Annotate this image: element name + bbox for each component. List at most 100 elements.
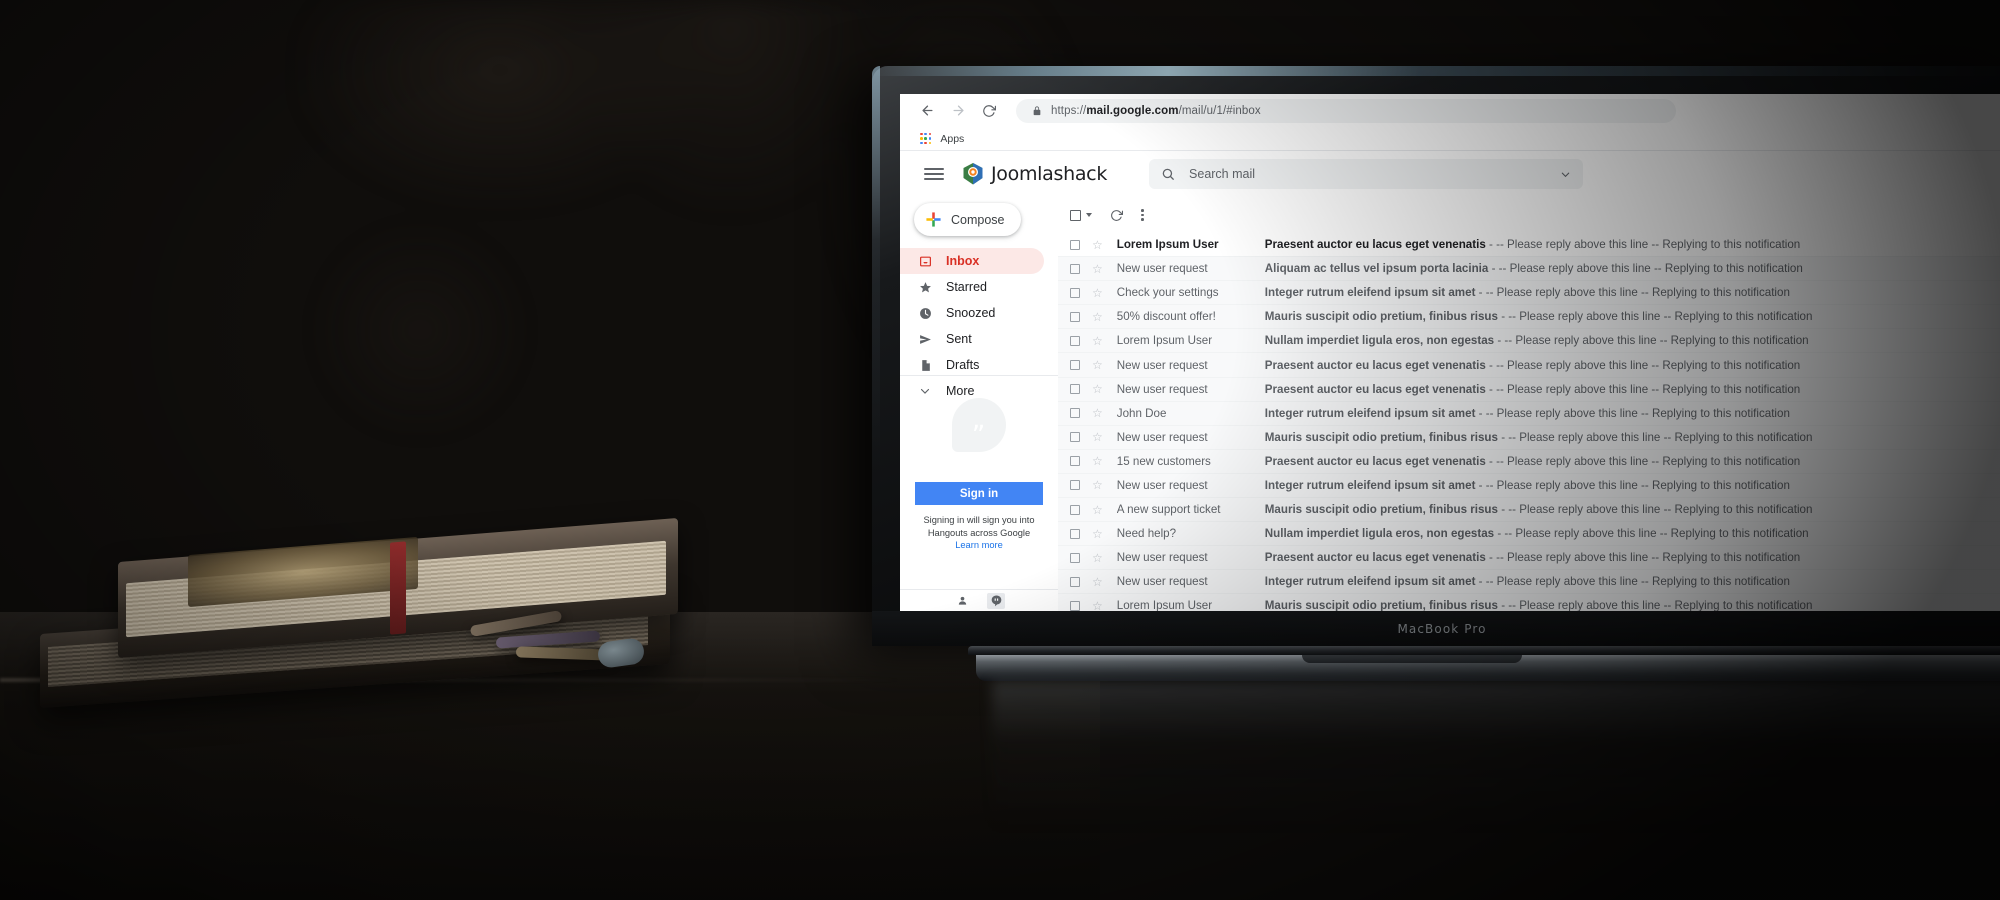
row-checkbox-icon[interactable] bbox=[1070, 504, 1080, 515]
sidebar-item-starred[interactable]: Starred bbox=[900, 274, 1044, 300]
mail-row[interactable]: ☆ New user request Praesent auctor eu lacu… bbox=[1058, 546, 2000, 571]
mail-sender: New user request bbox=[1116, 551, 1208, 565]
star-icon[interactable]: ☆ bbox=[1092, 383, 1103, 395]
mail-snippet: - -- Please reply above this line -- Rep… bbox=[1494, 334, 1809, 348]
row-checkbox-icon[interactable] bbox=[1070, 311, 1080, 322]
mail-row[interactable]: ☆ Lorem Ipsum User Mauris suscipit odio pr… bbox=[1058, 594, 2000, 611]
mail-row[interactable]: ☆ 50% discount offer! Mauris suscipit odio… bbox=[1058, 305, 2000, 330]
laptop-base-reflection bbox=[992, 681, 2000, 831]
mail-row[interactable]: ☆ New user request Praesent auctor eu lacu… bbox=[1058, 353, 2000, 378]
mail-snippet: - -- Please reply above this line -- Rep… bbox=[1497, 503, 1813, 517]
back-arrow-icon[interactable] bbox=[920, 103, 935, 118]
mail-list: ☆ Lorem Ipsum User Praesent auctor eu lacu… bbox=[1058, 197, 2000, 611]
select-all-control[interactable] bbox=[1070, 209, 1092, 221]
mail-row[interactable]: ☆ Need help? Nullam imperdiet ligula eros,… bbox=[1058, 522, 2000, 547]
mail-row[interactable]: ☆ Lorem Ipsum User Nullam imperdiet ligula… bbox=[1058, 329, 2000, 354]
row-checkbox-icon[interactable] bbox=[1070, 239, 1080, 250]
compose-button[interactable]: Compose bbox=[914, 203, 1021, 236]
mail-row[interactable]: ☆ New user request Integer rutrum eleifend… bbox=[1058, 473, 2000, 499]
contacts-person-icon[interactable] bbox=[953, 593, 971, 609]
checkbox-icon[interactable] bbox=[1070, 209, 1081, 221]
sidebar-item-sent[interactable]: Sent bbox=[900, 326, 1044, 352]
mail-sender: Need help? bbox=[1116, 527, 1177, 541]
reload-icon[interactable] bbox=[982, 104, 996, 118]
chrome-browser-window: https://mail.google.com/mail/u/1/#inbox … bbox=[900, 94, 2000, 611]
star-icon[interactable]: ☆ bbox=[1092, 359, 1103, 371]
mail-toolbar bbox=[1058, 197, 2000, 233]
star-icon[interactable]: ☆ bbox=[1092, 600, 1103, 611]
star-icon[interactable]: ☆ bbox=[1092, 455, 1103, 467]
mail-subject: Integer rutrum eleifend ipsum sit amet -… bbox=[1264, 478, 1790, 492]
mail-snippet: - -- Please reply above this line -- Rep… bbox=[1485, 238, 1801, 252]
star-icon[interactable]: ☆ bbox=[1092, 504, 1103, 516]
mail-subject: Integer rutrum eleifend ipsum sit amet -… bbox=[1264, 575, 1790, 589]
forward-arrow-icon[interactable] bbox=[951, 103, 966, 118]
hangouts-signin-note: Signing in will sign you into Hangouts a… bbox=[923, 515, 1035, 538]
row-checkbox-icon[interactable] bbox=[1070, 335, 1080, 346]
row-checkbox-icon[interactable] bbox=[1070, 432, 1080, 443]
row-checkbox-icon[interactable] bbox=[1070, 408, 1080, 419]
row-checkbox-icon[interactable] bbox=[1070, 263, 1080, 274]
mail-row[interactable]: ☆ Lorem Ipsum User Praesent auctor eu lacu… bbox=[1058, 233, 2000, 258]
mail-row[interactable]: ☆ A new support ticket Mauris suscipit odi… bbox=[1058, 498, 2000, 523]
laptop-bottom-bezel: MacBook Pro bbox=[872, 611, 2000, 646]
mail-snippet: - -- Please reply above this line -- Rep… bbox=[1497, 430, 1813, 444]
hangouts-signin-button[interactable]: Sign in bbox=[915, 482, 1043, 505]
hangouts-quote-icon: „ bbox=[952, 398, 1006, 452]
row-checkbox-icon[interactable] bbox=[1070, 552, 1080, 563]
pencil bbox=[495, 630, 601, 649]
desk-scene-photo: https://mail.google.com/mail/u/1/#inbox … bbox=[0, 0, 2000, 900]
star-icon[interactable]: ☆ bbox=[1092, 479, 1103, 491]
mail-row[interactable]: ☆ New user request Praesent auctor eu lacu… bbox=[1058, 377, 2000, 402]
row-checkbox-icon[interactable] bbox=[1070, 360, 1080, 371]
star-icon[interactable]: ☆ bbox=[1092, 287, 1103, 299]
mail-subject: Praesent auctor eu lacus eget venenatis … bbox=[1264, 358, 1801, 372]
address-bar[interactable]: https://mail.google.com/mail/u/1/#inbox bbox=[1016, 98, 1676, 123]
star-icon[interactable]: ☆ bbox=[1092, 263, 1103, 275]
mail-subject: Integer rutrum eleifend ipsum sit amet -… bbox=[1264, 406, 1790, 420]
star-icon[interactable]: ☆ bbox=[1092, 311, 1103, 323]
url-text: https://mail.google.com/mail/u/1/#inbox bbox=[1051, 104, 1261, 117]
row-checkbox-icon[interactable] bbox=[1070, 576, 1080, 587]
apps-grid-icon[interactable] bbox=[920, 132, 932, 145]
mail-subject: Praesent auctor eu lacus eget venenatis … bbox=[1264, 454, 1801, 468]
row-checkbox-icon[interactable] bbox=[1070, 456, 1080, 467]
chevron-down-icon[interactable] bbox=[1560, 169, 1571, 180]
row-checkbox-icon[interactable] bbox=[1070, 528, 1080, 539]
star-icon[interactable]: ☆ bbox=[1092, 407, 1103, 419]
mail-row[interactable]: ☆ John Doe Integer rutrum eleifend ipsum s… bbox=[1058, 401, 2000, 426]
mail-snippet: - -- Please reply above this line -- Rep… bbox=[1488, 262, 1803, 276]
mail-row[interactable]: ☆ New user request Integer rutrum eleifend… bbox=[1058, 570, 2000, 595]
mail-row[interactable]: ☆ 15 new customers Praesent auctor eu lacu… bbox=[1058, 449, 2000, 474]
star-icon[interactable]: ☆ bbox=[1092, 239, 1103, 251]
mail-snippet: - -- Please reply above this line -- Rep… bbox=[1494, 527, 1809, 541]
star-icon[interactable]: ☆ bbox=[1092, 552, 1103, 564]
learn-more-link[interactable]: Learn more bbox=[900, 540, 1058, 550]
row-checkbox-icon[interactable] bbox=[1070, 384, 1080, 395]
mail-row[interactable]: ☆ Check your settings Integer rutrum eleif… bbox=[1058, 281, 2000, 306]
row-checkbox-icon[interactable] bbox=[1070, 287, 1080, 298]
refresh-icon[interactable] bbox=[1110, 209, 1123, 222]
mail-row[interactable]: ☆ New user request Aliquam ac tellus vel i… bbox=[1058, 257, 2000, 282]
mail-row[interactable]: ☆ New user request Mauris suscipit odio pr… bbox=[1058, 425, 2000, 450]
gmail-body: Compose Inbox Starred Snoozed Sent Draft… bbox=[900, 197, 2000, 611]
sidebar-item-inbox[interactable]: Inbox bbox=[900, 248, 1044, 274]
chevron-down-icon[interactable] bbox=[1086, 213, 1092, 217]
mail-sender: New user request bbox=[1116, 382, 1208, 396]
mail-sender: New user request bbox=[1116, 358, 1208, 372]
three-dot-menu-icon[interactable] bbox=[1141, 209, 1144, 221]
search-input-placeholder[interactable]: Search mail bbox=[1189, 167, 1546, 181]
star-icon[interactable]: ☆ bbox=[1092, 576, 1103, 588]
sidebar-item-snoozed[interactable]: Snoozed bbox=[900, 300, 1044, 326]
hamburger-menu-icon[interactable] bbox=[924, 164, 944, 183]
clock-icon bbox=[918, 306, 932, 320]
brand-logo-group[interactable]: Joomlashack bbox=[962, 162, 1107, 186]
star-icon[interactable]: ☆ bbox=[1092, 528, 1103, 540]
star-icon[interactable]: ☆ bbox=[1092, 431, 1103, 443]
star-icon[interactable]: ☆ bbox=[1092, 335, 1103, 347]
search-mail-bar[interactable]: Search mail bbox=[1149, 159, 1584, 189]
row-checkbox-icon[interactable] bbox=[1070, 600, 1080, 611]
hangouts-quote-icon[interactable] bbox=[987, 592, 1005, 609]
row-checkbox-icon[interactable] bbox=[1070, 480, 1080, 491]
bookmark-apps-label[interactable]: Apps bbox=[940, 133, 964, 145]
